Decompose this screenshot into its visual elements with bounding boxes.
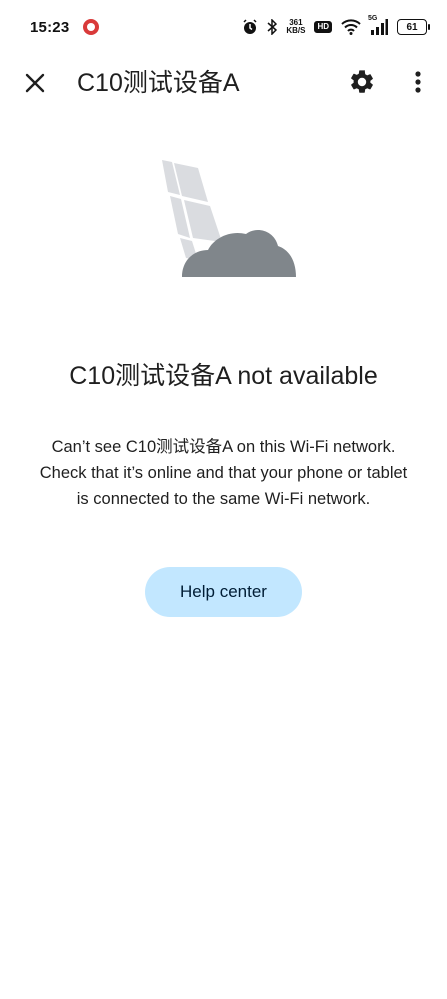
network-speed-unit: KB/S [286,26,306,35]
top-app-bar: C10测试设备A [0,54,447,108]
page-title: C10测试设备A [77,69,240,97]
alarm-icon [242,18,258,36]
device-unavailable-screen: 15:23 361 KB/S HD 5G 61 C10测试设备A C10测试设备… [0,0,447,999]
more-options-button[interactable] [404,64,432,100]
cellular-signal-icon: 5G [368,15,388,36]
device-offline-illustration [162,160,296,277]
network-type-label: 5G [368,15,378,22]
unavailable-heading: C10测试设备A not available [69,362,378,390]
unavailable-description: Can’t see C10测试设备A on this Wi-Fi network… [8,434,439,512]
battery-indicator: 61 [397,19,430,35]
wifi-icon [341,18,361,36]
close-button[interactable] [18,66,52,100]
more-vert-icon [415,71,421,93]
status-left: 15:23 [30,18,100,36]
help-center-button[interactable]: Help center [145,567,302,617]
settings-button[interactable] [344,64,380,100]
hd-badge: HD [314,21,332,33]
status-right: 361 KB/S HD 5G 61 [242,15,430,36]
battery-level: 61 [406,21,418,33]
notification-app-icon [83,19,100,35]
status-time: 15:23 [30,18,70,36]
status-bar: 15:23 361 KB/S HD 5G 61 [0,0,447,54]
description-line: is connected to the same Wi-Fi network. [76,490,371,508]
description-line: Can’t see C10测试设备A on this Wi-Fi network… [51,438,396,456]
bluetooth-icon [267,18,278,36]
network-speed: 361 KB/S [286,19,305,35]
close-icon [25,73,45,93]
gear-icon [351,70,373,93]
description-line: Check that it’s online and that your pho… [39,464,408,482]
